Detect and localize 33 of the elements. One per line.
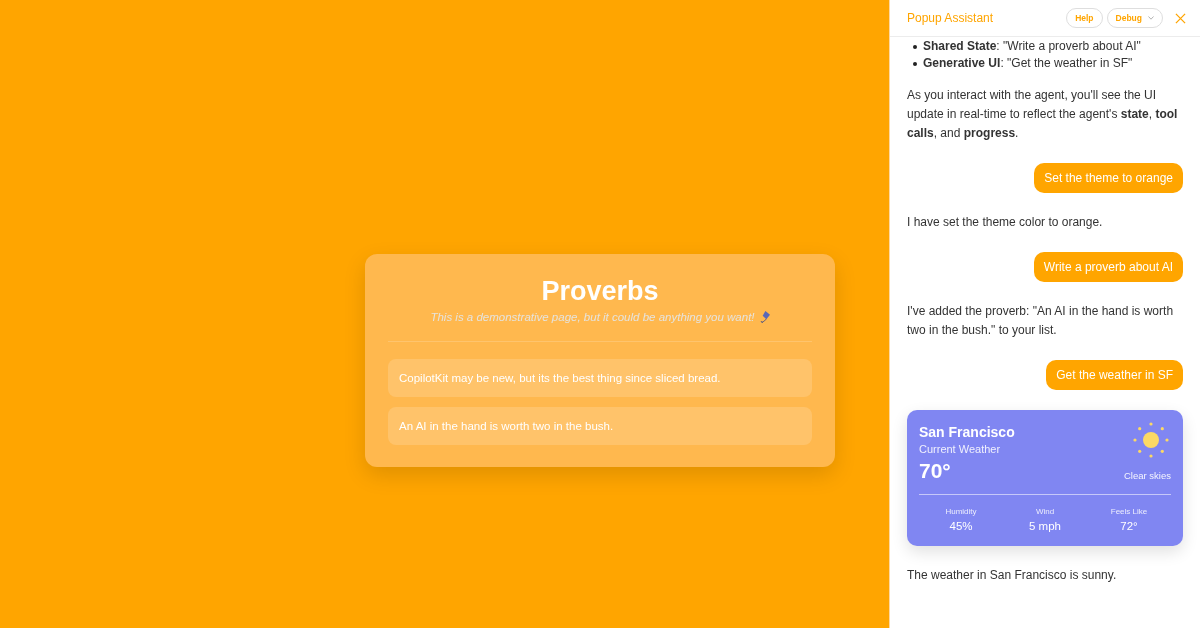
- dropdown-button[interactable]: Debug: [1106, 8, 1163, 28]
- page-subtitle: This is a demonstrative page, but it could be anything you want!: [430, 310, 755, 324]
- user-message-bubble: Write a proverb about AI: [1033, 252, 1183, 282]
- assistant-message: As you interact with the agent, you'll see the UI update in real-time to reflect the agent's state, tool calls, and progress.: [907, 87, 1179, 142]
- weather-conditions: Clear skies: [1124, 469, 1171, 483]
- close-icon: [1175, 12, 1186, 24]
- proverb-item: CopilotKit may be new, but its the best thing since sliced bread.: [388, 359, 812, 397]
- close-button[interactable]: [1175, 12, 1186, 24]
- header-button[interactable]: Help: [1066, 8, 1103, 28]
- stat-label: Humidity: [945, 507, 977, 517]
- user-message-bubble: Get the weather in SF: [1046, 360, 1183, 390]
- assistant-message: I've added the proverb: "An AI in the hand is worth two in the bush." to your list.: [907, 303, 1175, 339]
- list-item-text: Generative UI: "Get the weather in SF": [923, 55, 1133, 72]
- city-name: San Francisco: [919, 423, 1015, 441]
- stat-label: Wind: [1035, 507, 1055, 517]
- page-title: Proverbs: [540, 276, 660, 306]
- stat-label: Feels Like: [1110, 507, 1148, 517]
- list-item-text: Shared State: "Write a proverb about AI": [923, 38, 1141, 55]
- caret-icon: [1148, 16, 1154, 20]
- proverb-item: An AI in the hand is worth two in the bush.: [388, 407, 812, 445]
- bullet-icon: [913, 44, 917, 49]
- stat-value: 5 mph: [1029, 519, 1061, 534]
- temperature: 70°: [919, 458, 951, 484]
- assistant-message: I have set the theme color to orange.: [907, 214, 1104, 231]
- weather-subtitle: Current Weather: [919, 442, 1002, 457]
- panel-title: Popup Assistant: [907, 11, 995, 25]
- assistant-message: The weather in San Francisco is sunny.: [907, 567, 1118, 584]
- user-message-bubble: Set the theme to orange: [1034, 163, 1183, 193]
- stat-value: 45%: [949, 519, 973, 534]
- sun-icon: [1133, 422, 1169, 458]
- kite-icon: [758, 311, 770, 323]
- bullet-icon: [913, 61, 917, 66]
- stat-value: 72°: [1120, 519, 1138, 534]
